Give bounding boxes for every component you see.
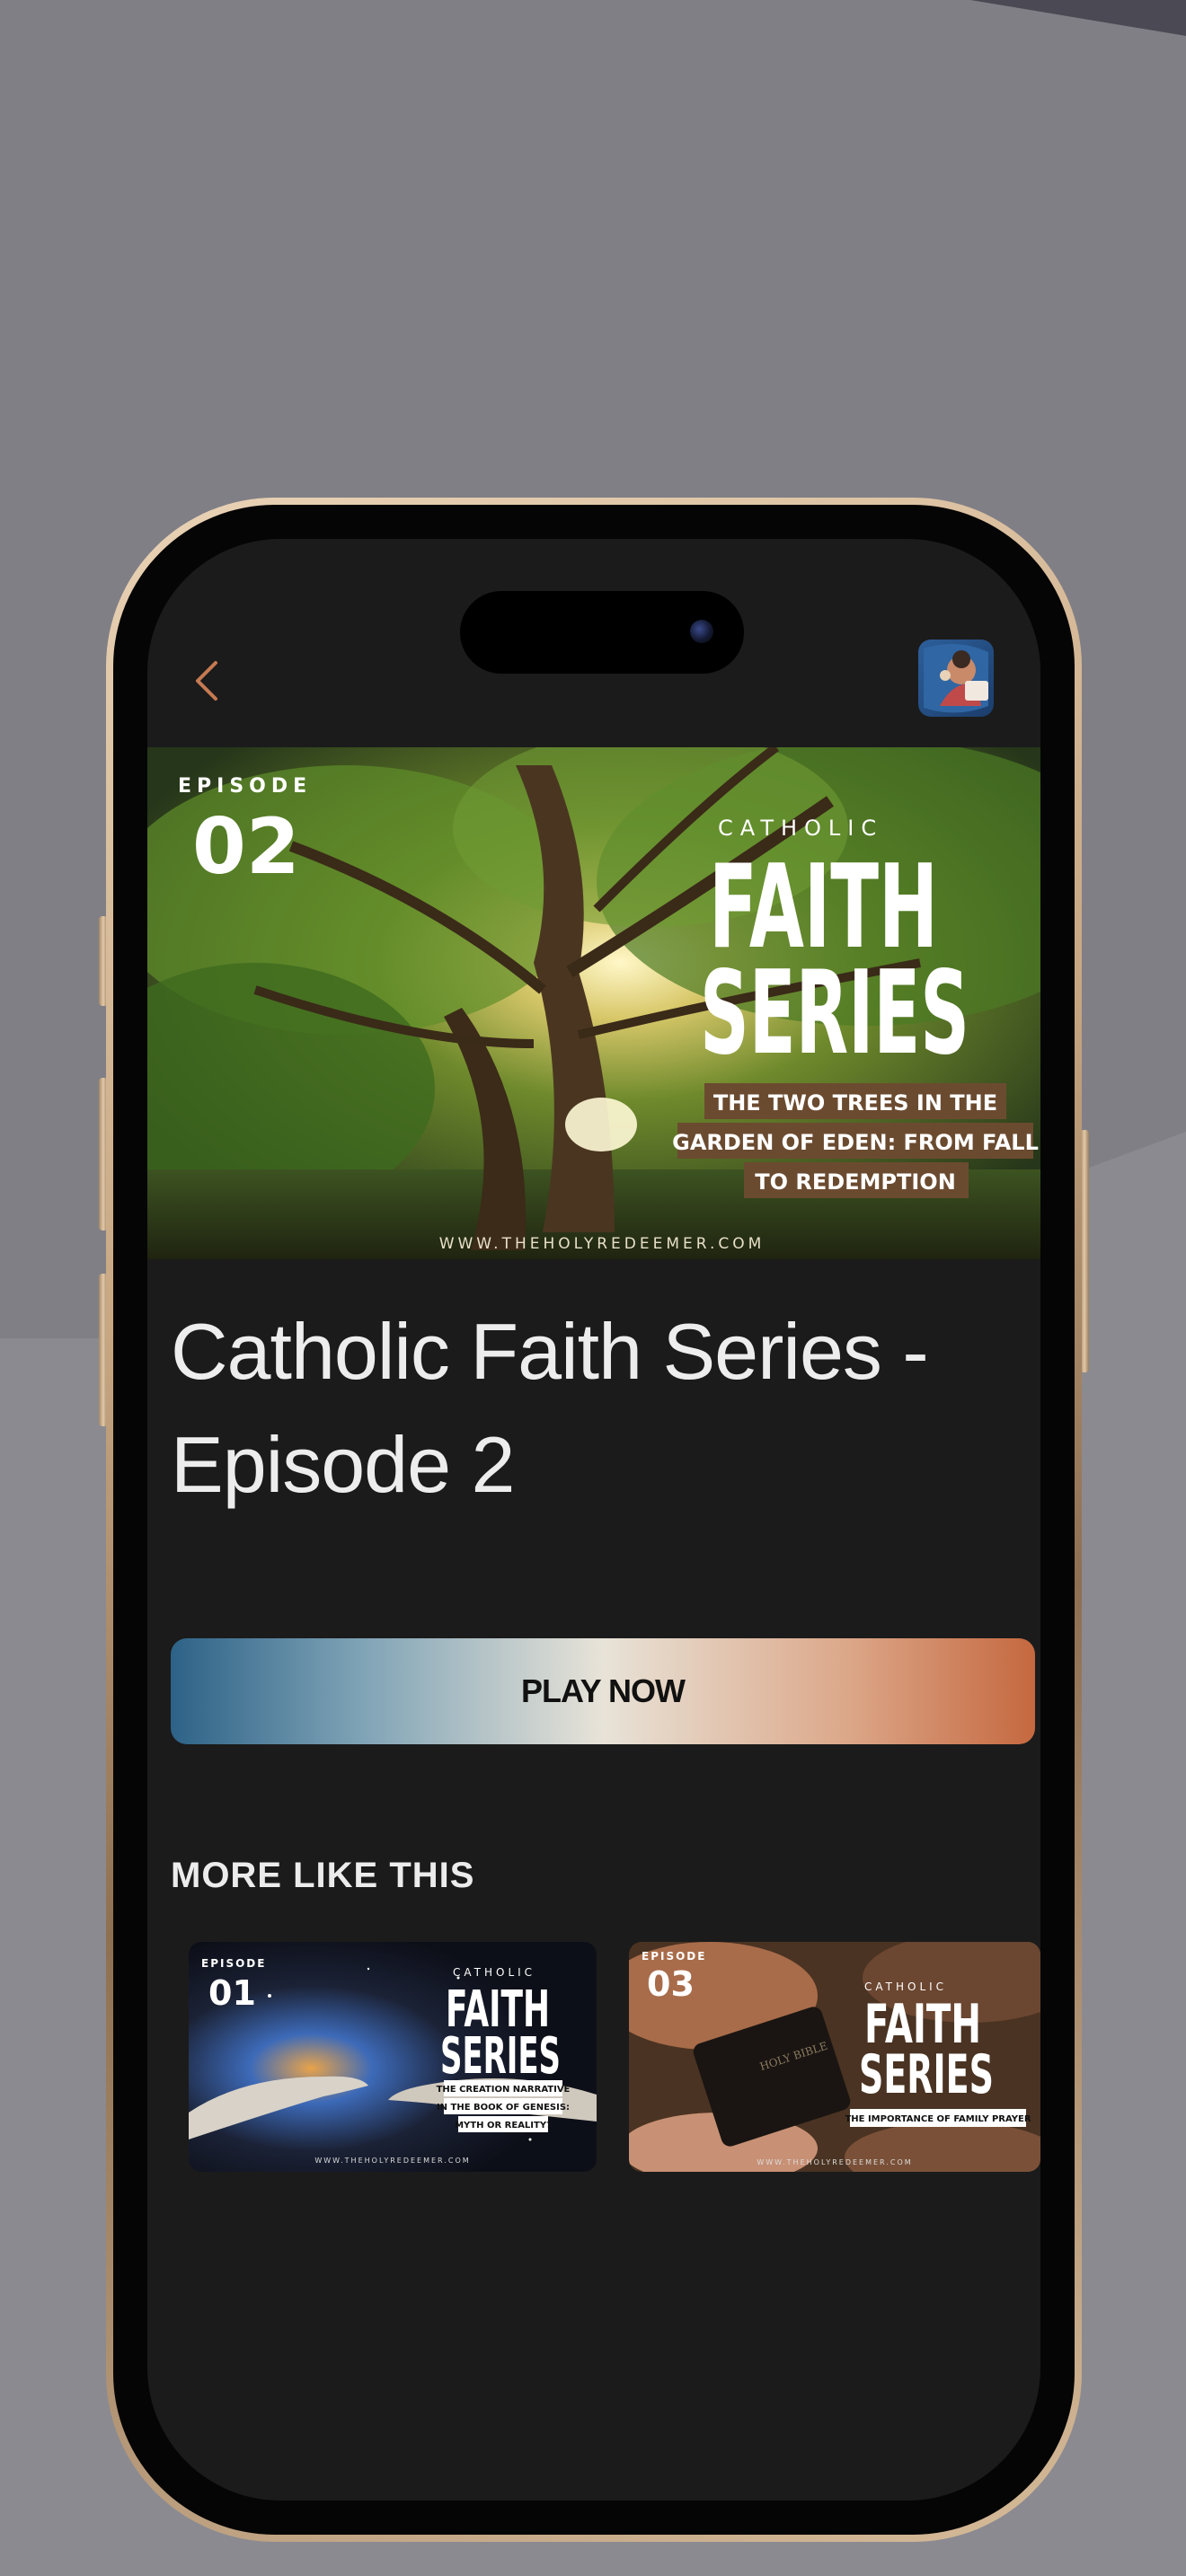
card1-subtitle-2: IN THE BOOK OF GENESIS:: [437, 2103, 570, 2113]
card1-series-big-2: SERIES: [440, 2027, 561, 2086]
episode-title-line-2: Episode 2: [171, 1420, 515, 1509]
hero-subtitle-2: GARDEN OF EDEN: FROM FALL: [672, 1130, 1039, 1155]
front-camera: [690, 620, 713, 643]
card2-series-big-2: SERIES: [859, 2043, 994, 2106]
episode-card-01[interactable]: EPISODE 01 CATHOLIC FAITH SERIES THE CRE…: [189, 1942, 597, 2172]
card2-series-small: CATHOLIC: [864, 1981, 947, 1993]
hero-series-small: CATHOLIC: [718, 816, 883, 841]
dynamic-island: [460, 591, 744, 674]
card1-website: WWW.THEHOLYREDEEMER.COM: [314, 2157, 470, 2165]
episode-title-line-1: Catholic Faith Series -: [171, 1307, 929, 1396]
play-now-button[interactable]: PLAY NOW: [171, 1638, 1035, 1744]
hero-subtitle-3: TO REDEMPTION: [755, 1169, 956, 1195]
back-button[interactable]: [189, 656, 235, 706]
card1-series-small: CATHOLIC: [453, 1966, 535, 1979]
more-like-this-heading: MORE LIKE THIS: [171, 1856, 475, 1895]
card2-website: WWW.THEHOLYREDEEMER.COM: [757, 2158, 912, 2166]
hero-banner: EPISODE 02 CATHOLIC FAITH SERIES THE TWO…: [147, 747, 1040, 1259]
card2-episode-word: EPISODE: [642, 1950, 706, 1963]
hero-episode-word: EPISODE: [178, 775, 312, 798]
phone-frame: EPISODE 02 CATHOLIC FAITH SERIES THE TWO…: [106, 498, 1082, 2542]
card2-episode-number: 03: [647, 1964, 695, 2004]
episode-title: Catholic Faith Series - Episode 2: [171, 1295, 1033, 1522]
card1-episode-number: 01: [208, 1973, 256, 2013]
hero-series-big-2: SERIES: [700, 947, 969, 1081]
hero-subtitle-1: THE TWO TREES IN THE: [713, 1090, 997, 1116]
phone-bezel: EPISODE 02 CATHOLIC FAITH SERIES THE TWO…: [113, 505, 1075, 2535]
hero-episode-number: 02: [192, 802, 300, 892]
card1-episode-word: EPISODE: [201, 1957, 266, 1970]
card1-subtitle-1: THE CREATION NARRATIVE: [437, 2085, 571, 2095]
app-screen: EPISODE 02 CATHOLIC FAITH SERIES THE TWO…: [147, 539, 1040, 2501]
app-logo-icon[interactable]: [918, 640, 994, 717]
chevron-left-icon: [196, 661, 217, 701]
hero-website: WWW.THEHOLYREDEEMER.COM: [439, 1235, 766, 1253]
card2-subtitle-1: THE IMPORTANCE OF FAMILY PRAYER: [845, 2114, 1031, 2124]
episode-card-03[interactable]: HOLY BIBLE EPISODE 03 CATHOLIC FAITH SER…: [629, 1942, 1040, 2172]
card1-subtitle-3: MYTH OR REALITY?: [455, 2121, 552, 2130]
